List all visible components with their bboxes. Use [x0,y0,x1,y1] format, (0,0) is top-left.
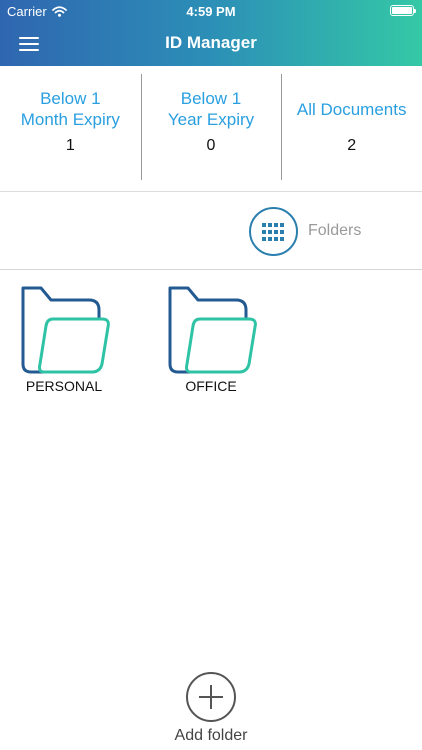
folders-label: Folders [308,222,362,239]
stat-label: All Documents [296,100,407,119]
expiry-summary: Below 1 Month Expiry 1 Below 1 Year Expi… [0,66,422,192]
stat-below-1-month[interactable]: Below 1 Month Expiry 1 [0,66,141,191]
header: Carrier 4:59 PM ID Manager [0,0,422,66]
stat-count: 1 [65,137,75,154]
add-folder-label: Add folder [174,727,248,744]
battery-icon [390,5,416,16]
grid-icon [262,223,286,241]
stat-label-line2: Year Expiry [167,110,255,129]
stat-label-line1: Below 1 [40,89,101,108]
folder-icon [21,286,110,374]
stat-below-1-year[interactable]: Below 1 Year Expiry 0 [140,66,282,191]
stat-all-documents[interactable]: All Documents 2 [281,66,422,191]
stat-count: 2 [347,137,357,154]
folder-office[interactable]: OFFICE [161,286,261,396]
stat-count: 0 [206,137,216,154]
folders-view-toggle[interactable] [249,207,298,256]
divider [0,269,422,270]
status-bar: Carrier 4:59 PM [0,0,422,22]
folder-personal[interactable]: PERSONAL [14,286,114,396]
folder-name: OFFICE [185,378,237,394]
page-title: ID Manager [165,33,257,52]
add-folder-button[interactable] [186,672,236,722]
folder-icon [168,286,257,374]
folder-name: PERSONAL [25,378,103,394]
stat-label-line1: Below 1 [180,89,242,108]
clock: 4:59 PM [186,4,236,19]
stat-label-line2: Month Expiry [20,110,120,129]
